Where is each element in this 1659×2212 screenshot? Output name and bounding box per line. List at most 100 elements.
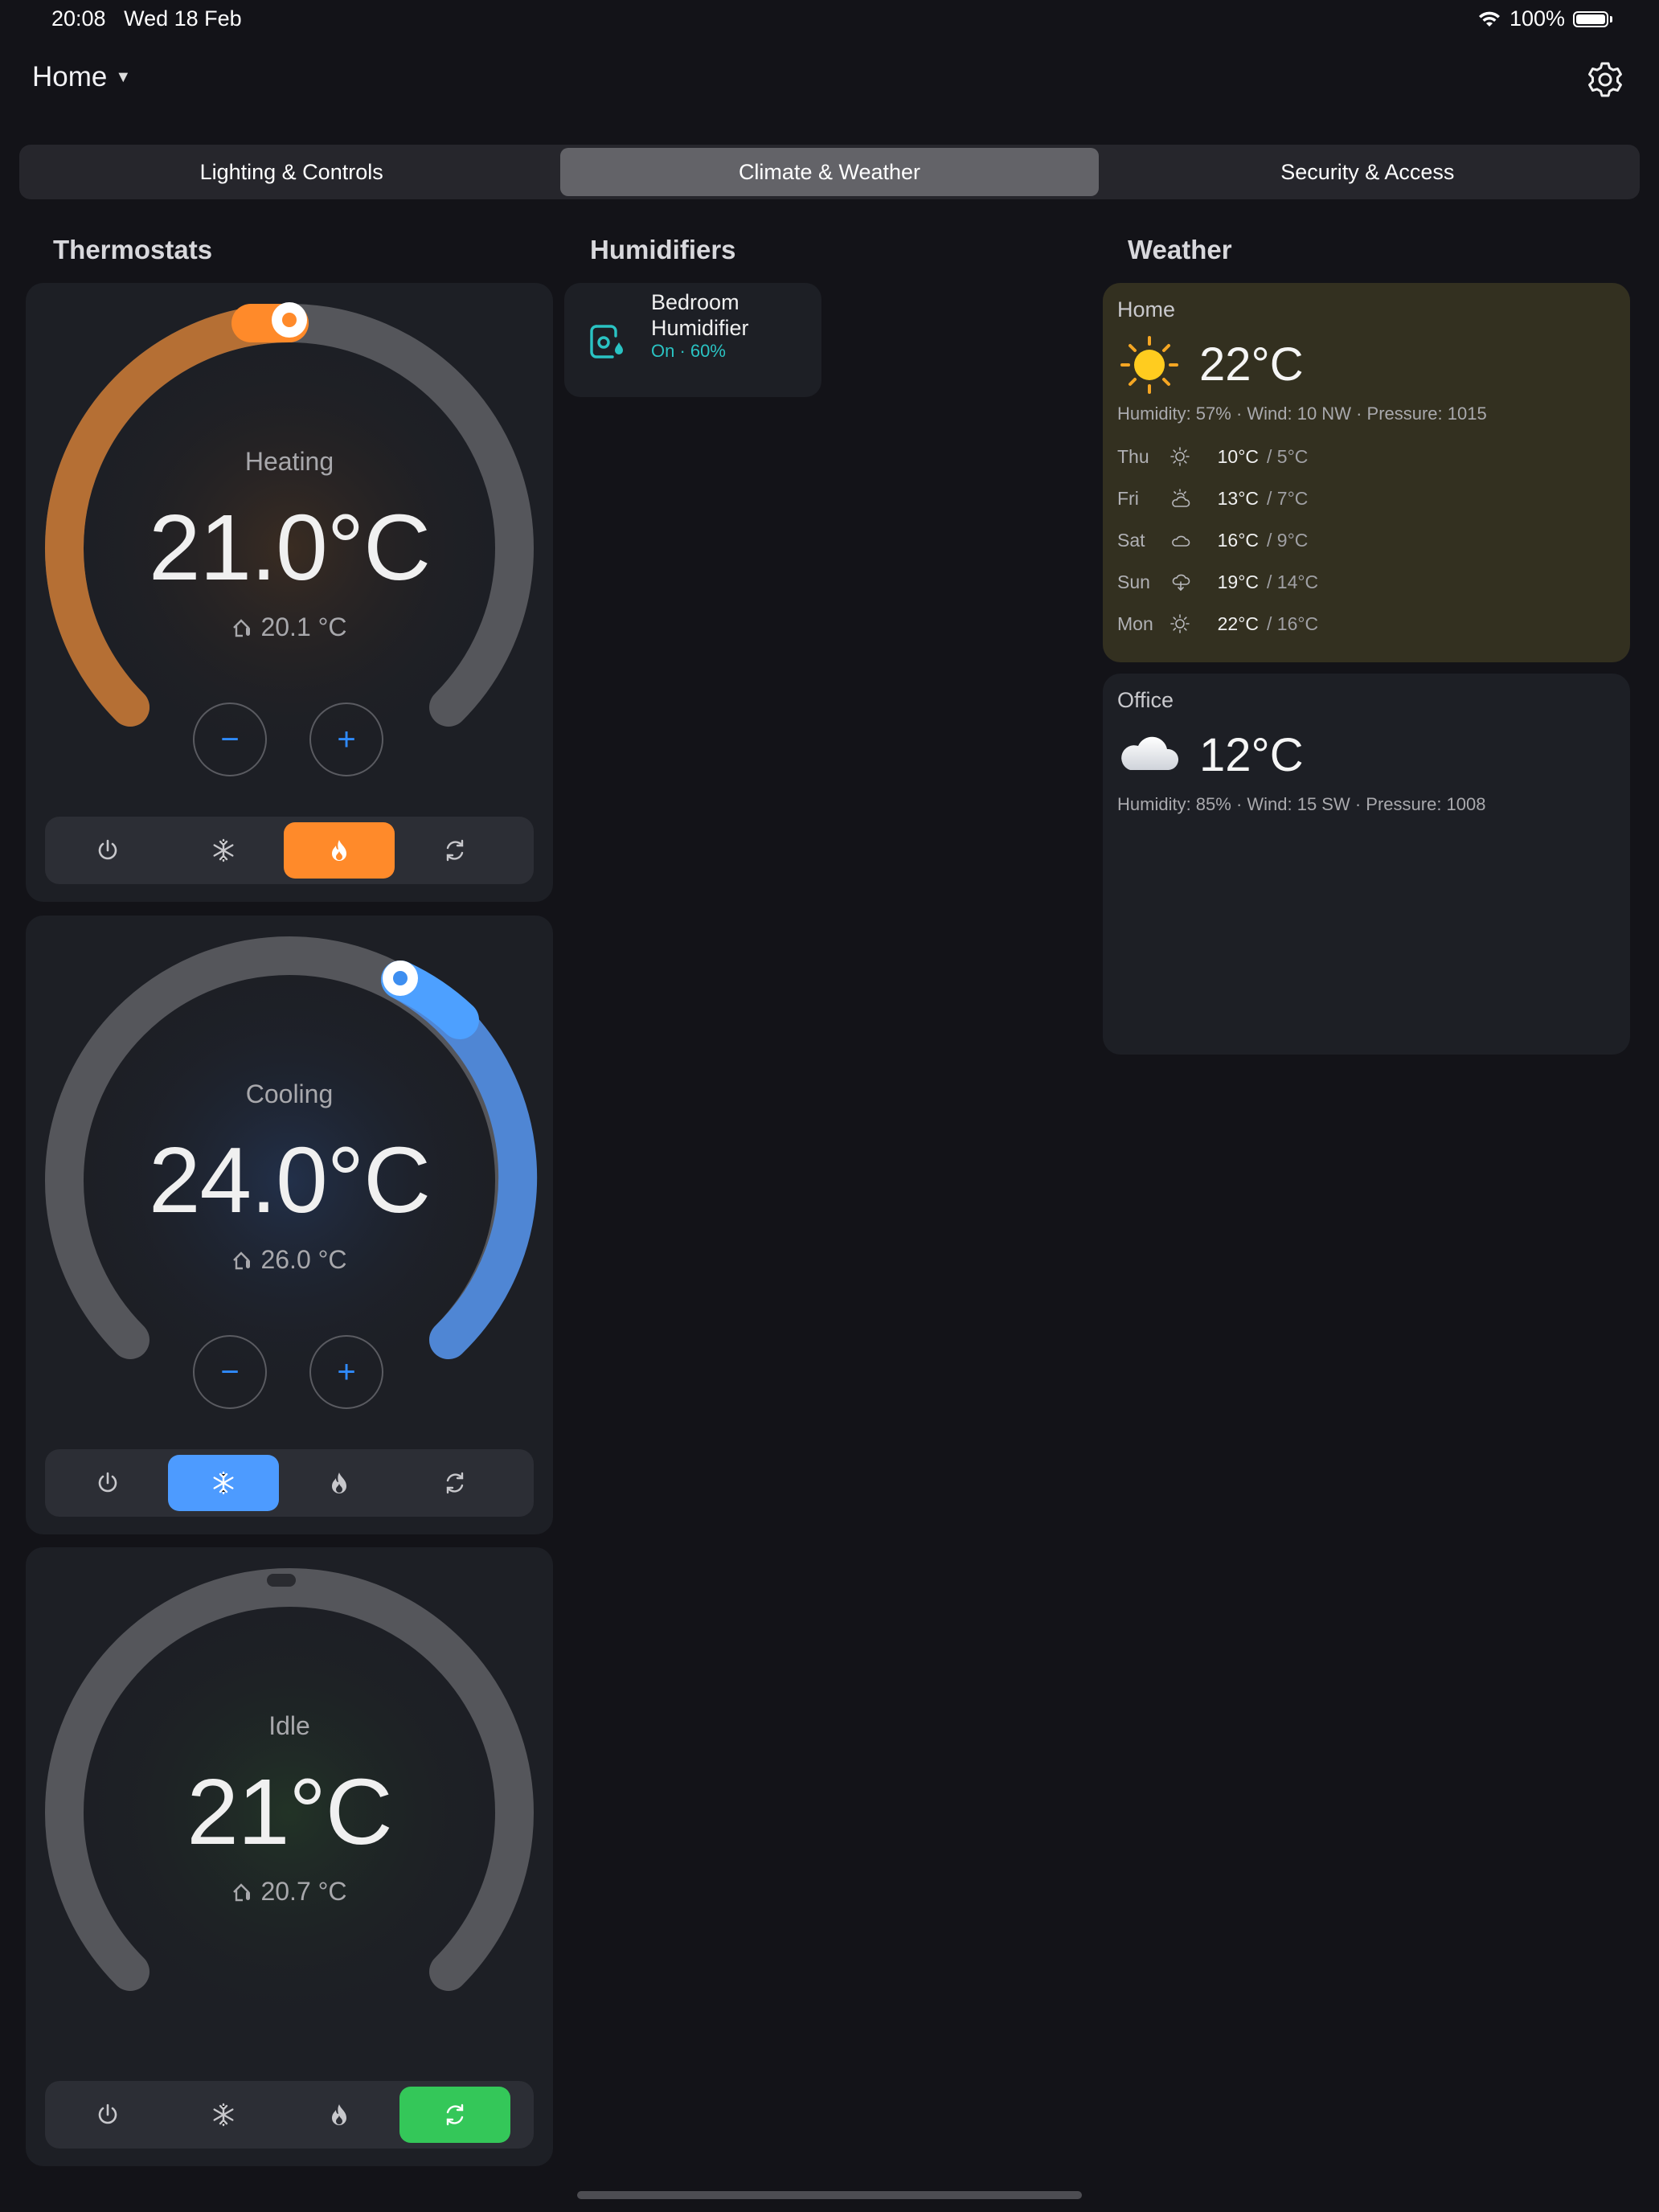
sync-icon [446, 839, 464, 862]
forecast-low: / 16°C [1267, 612, 1319, 634]
forecast-row: Fri 13°C / 7°C [1117, 482, 1308, 514]
humidifier-card[interactable]: Bedroom Humidifier On · 60% [564, 283, 821, 397]
humidifier-name: Bedroom Humidifier [651, 290, 749, 340]
current-temp-value: 26.0 °C [260, 1245, 347, 1274]
time: 20:08 [51, 6, 106, 31]
wifi-icon [1478, 11, 1500, 27]
mode-off-button[interactable] [52, 1455, 163, 1511]
weather-card-home: Home 22°C Humidity: 57% · Wind: 10 NW · … [1103, 283, 1630, 662]
snowflake-icon [213, 1471, 234, 1495]
caret-down-icon: ▼ [115, 68, 132, 86]
partly-cloudy-icon [1172, 489, 1190, 507]
current-temperature: 20.7 °C [26, 1877, 553, 1907]
mode-auto-button[interactable] [399, 822, 510, 879]
forecast-high: 10°C [1217, 445, 1259, 467]
forecast-day: Thu [1117, 445, 1149, 467]
forecast-row: Mon 22°C / 16°C [1117, 608, 1318, 640]
mode-off-button[interactable] [52, 2087, 163, 2143]
battery-percent: 100% [1509, 6, 1565, 31]
home-selector[interactable]: Home ▼ [32, 61, 131, 93]
forecast-high: 22°C [1217, 612, 1259, 634]
forecast-low: / 9°C [1267, 529, 1309, 551]
mode-selector [45, 1449, 534, 1517]
current-temperature: 20.1 °C [26, 612, 553, 642]
forecast-row: Sat 16°C / 9°C [1117, 524, 1308, 556]
thermostat-card-cooling: Cooling 24.0°C 26.0 °C − + [26, 916, 553, 1534]
thermostat-card-heating: Heating 21.0°C 20.1 °C − + [26, 283, 553, 902]
sync-icon [446, 1472, 464, 1494]
sun-icon [1120, 336, 1178, 394]
status-bar-right: 100% [1477, 6, 1612, 31]
forecast-high: 19°C [1217, 571, 1259, 592]
current-temp-value: 20.1 °C [260, 612, 347, 641]
mode-auto-button[interactable] [399, 1455, 510, 1511]
forecast-low: / 7°C [1267, 487, 1309, 509]
power-icon [98, 839, 117, 860]
forecast-day: Sun [1117, 571, 1150, 592]
mode-heat-button[interactable] [284, 822, 395, 879]
humidifier-status: On · 60% [651, 341, 726, 361]
mode-cool-button[interactable] [168, 1455, 279, 1511]
weather-card-office: Office 12°C Humidity: 85% · Wind: 15 SW … [1103, 674, 1630, 1055]
sync-icon [446, 2103, 464, 2126]
weather-heading: Weather [1128, 235, 1232, 264]
mode-label: Idle [268, 1711, 310, 1740]
forecast-day: Sat [1117, 529, 1145, 551]
flame-icon [332, 2104, 346, 2125]
thermostat-card-idle: Idle 21°C 20.7 °C [26, 1547, 553, 2166]
cloud-icon [1121, 736, 1179, 770]
increase-button[interactable]: + [309, 703, 383, 776]
mode-heat-button[interactable] [284, 1455, 395, 1511]
current-temperature: 26.0 °C [26, 1245, 553, 1275]
forecast-high: 16°C [1217, 529, 1259, 551]
weather-details: Humidity: 85% · Wind: 15 SW · Pressure: … [1117, 794, 1486, 814]
forecast-row: Thu 10°C / 5°C [1117, 440, 1308, 473]
humidifier-icon [590, 325, 623, 358]
current-temp-value: 20.7 °C [260, 1877, 347, 1906]
target-temperature: 21.0°C [149, 495, 431, 600]
forecast-low: / 5°C [1267, 445, 1309, 467]
tab-lighting-controls[interactable]: Lighting & Controls [23, 148, 560, 196]
gear-icon[interactable] [1585, 59, 1625, 100]
mode-auto-button[interactable] [399, 2087, 510, 2143]
decrease-button[interactable]: − [193, 1335, 267, 1409]
tab-security-access[interactable]: Security & Access [1099, 148, 1636, 196]
increase-button[interactable]: + [309, 1335, 383, 1409]
battery-icon [1573, 10, 1608, 27]
home-title: Home [32, 61, 108, 92]
rain-cloud-icon [1172, 574, 1190, 592]
forecast-low: / 14°C [1267, 571, 1319, 592]
home-thermometer-icon [233, 1882, 251, 1901]
mode-cool-button[interactable] [168, 822, 279, 879]
mode-heat-button[interactable] [284, 2087, 395, 2143]
thermostats-heading: Thermostats [53, 235, 213, 264]
humidifiers-heading: Humidifiers [590, 235, 736, 264]
forecast-day: Mon [1117, 612, 1153, 634]
weather-details: Humidity: 57% · Wind: 10 NW · Pressure: … [1117, 403, 1487, 424]
mode-label: Heating [244, 447, 334, 476]
forecast-high: 13°C [1217, 487, 1259, 509]
mode-cool-button[interactable] [168, 2087, 279, 2143]
power-icon [98, 1472, 117, 1493]
mode-off-button[interactable] [52, 822, 163, 879]
weather-location: Home [1117, 297, 1176, 322]
power-icon [98, 2103, 117, 2124]
target-temperature: 21°C [186, 1759, 392, 1864]
snowflake-icon [213, 2103, 234, 2127]
sun-icon [1170, 614, 1190, 633]
mode-selector [45, 817, 534, 884]
decrease-button[interactable]: − [193, 703, 267, 776]
mode-label: Cooling [245, 1079, 334, 1108]
segmented-tabs: Lighting & Controls Climate & Weather Se… [19, 145, 1640, 199]
tab-climate-weather[interactable]: Climate & Weather [560, 148, 1099, 196]
weather-temp: 22°C [1199, 338, 1304, 391]
weather-temp: 12°C [1199, 729, 1304, 781]
home-thermometer-icon [233, 618, 251, 637]
mode-selector [45, 2081, 534, 2149]
cloud-icon [1172, 535, 1190, 547]
target-temperature: 24.0°C [149, 1128, 431, 1232]
flame-icon [332, 1473, 346, 1493]
home-indicator[interactable] [577, 2191, 1082, 2199]
flame-icon [332, 840, 346, 861]
date: Wed 18 Feb [124, 6, 242, 31]
